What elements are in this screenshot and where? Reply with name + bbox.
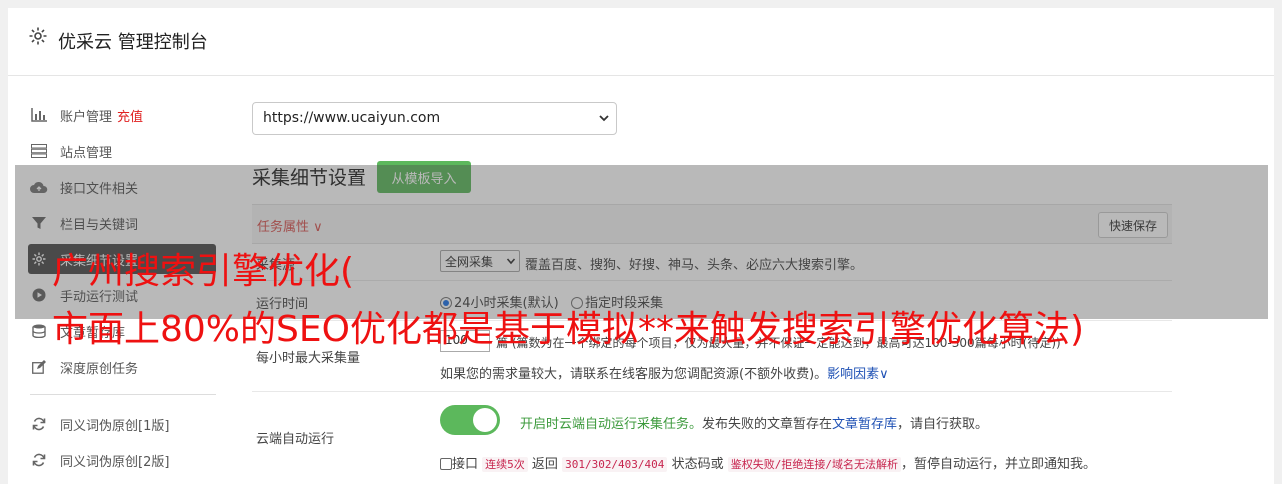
site-select-value: https://www.ucaiyun.com bbox=[263, 110, 441, 126]
edit-icon bbox=[30, 359, 48, 375]
database-icon bbox=[30, 323, 48, 339]
article-store-link[interactable]: 文章暂存库 bbox=[832, 417, 897, 432]
bar-chart-icon bbox=[30, 107, 48, 123]
site-select[interactable]: https://www.ucaiyun.com bbox=[252, 102, 617, 135]
console-title: 优采云 管理控制台 bbox=[58, 32, 208, 53]
sidebar-item-synonym-v1[interactable]: 同义词伪原创[1版] bbox=[30, 409, 169, 439]
sidebar-item-sites[interactable]: 站点管理 bbox=[30, 136, 112, 166]
cloud-run-toggle[interactable] bbox=[440, 405, 500, 435]
impact-factors-label: 影响因素 bbox=[827, 367, 880, 382]
pause-checkbox[interactable] bbox=[440, 458, 452, 470]
cloud-run-label: 云端自动运行 bbox=[256, 432, 335, 447]
code-tag: 连续5次 bbox=[482, 457, 528, 472]
sidebar-item-synonym-v2[interactable]: 同义词伪原创[2版] bbox=[30, 445, 169, 475]
toggle-knob bbox=[473, 408, 497, 432]
server-icon bbox=[30, 143, 48, 159]
watermark-line-2: 市面上80%的SEO优化都是基于模拟**来触发搜索引擎优化算法) bbox=[52, 309, 1084, 350]
sidebar-item-label: 深度原创任务 bbox=[60, 361, 139, 377]
code-tag: 301/302/403/404 bbox=[562, 457, 668, 472]
status-text: 状态码或 bbox=[671, 457, 724, 472]
cloud-run-desc-green: 开启时云端自动运行采集任务。 bbox=[520, 417, 703, 432]
cloud-run-desc-tail: ，请自行获取。 bbox=[897, 417, 989, 432]
sidebar-divider bbox=[30, 394, 216, 395]
sidebar-item-deep-original[interactable]: 深度原创任务 bbox=[30, 352, 138, 382]
refresh-icon bbox=[30, 416, 48, 432]
recharge-link[interactable]: 充值 bbox=[117, 106, 143, 125]
return-text: 返回 bbox=[531, 457, 558, 472]
pause-tail: ，暂停自动运行，并立即通知我。 bbox=[900, 457, 1096, 472]
contact-text: 如果您的需求量较大，请联系在线客服为您调配资源(不额外收费)。 bbox=[440, 367, 828, 382]
interface-label: 接口 bbox=[452, 457, 479, 472]
row-divider bbox=[252, 391, 1172, 392]
sidebar-item-label: 账户管理 bbox=[60, 109, 113, 125]
impact-factors-link[interactable]: 影响因素∨ bbox=[827, 367, 889, 382]
pause-condition: 接口 连续5次 返回 301/302/403/404 状态码或 鉴权失败/拒绝连… bbox=[440, 453, 1096, 472]
double-chevron-down-icon: ∨ bbox=[879, 367, 889, 382]
max-contact-note: 如果您的需求量较大，请联系在线客服为您调配资源(不额外收费)。影响因素∨ bbox=[440, 363, 889, 382]
sidebar-item-label: 站点管理 bbox=[60, 145, 113, 161]
refresh-icon bbox=[30, 452, 48, 468]
watermark-overlay bbox=[15, 165, 1268, 319]
code-tag: 鉴权失败/拒绝连接/域名无法解析 bbox=[727, 457, 901, 472]
chevron-down-icon bbox=[599, 115, 609, 122]
cloud-run-desc: 开启时云端自动运行采集任务。发布失败的文章暂存在文章暂存库，请自行获取。 bbox=[520, 413, 988, 432]
gear-icon bbox=[29, 27, 47, 45]
top-header: 优采云 管理控制台 bbox=[8, 8, 1274, 76]
sidebar-item-label: 同义词伪原创[1版] bbox=[60, 418, 170, 434]
sidebar-item-label: 同义词伪原创[2版] bbox=[60, 454, 170, 470]
watermark-line-1: 广州搜索引擎优化( bbox=[52, 251, 355, 292]
sidebar-item-account[interactable]: 账户管理 充值 bbox=[30, 100, 143, 130]
cloud-run-desc-text: 发布失败的文章暂存在 bbox=[702, 417, 833, 432]
